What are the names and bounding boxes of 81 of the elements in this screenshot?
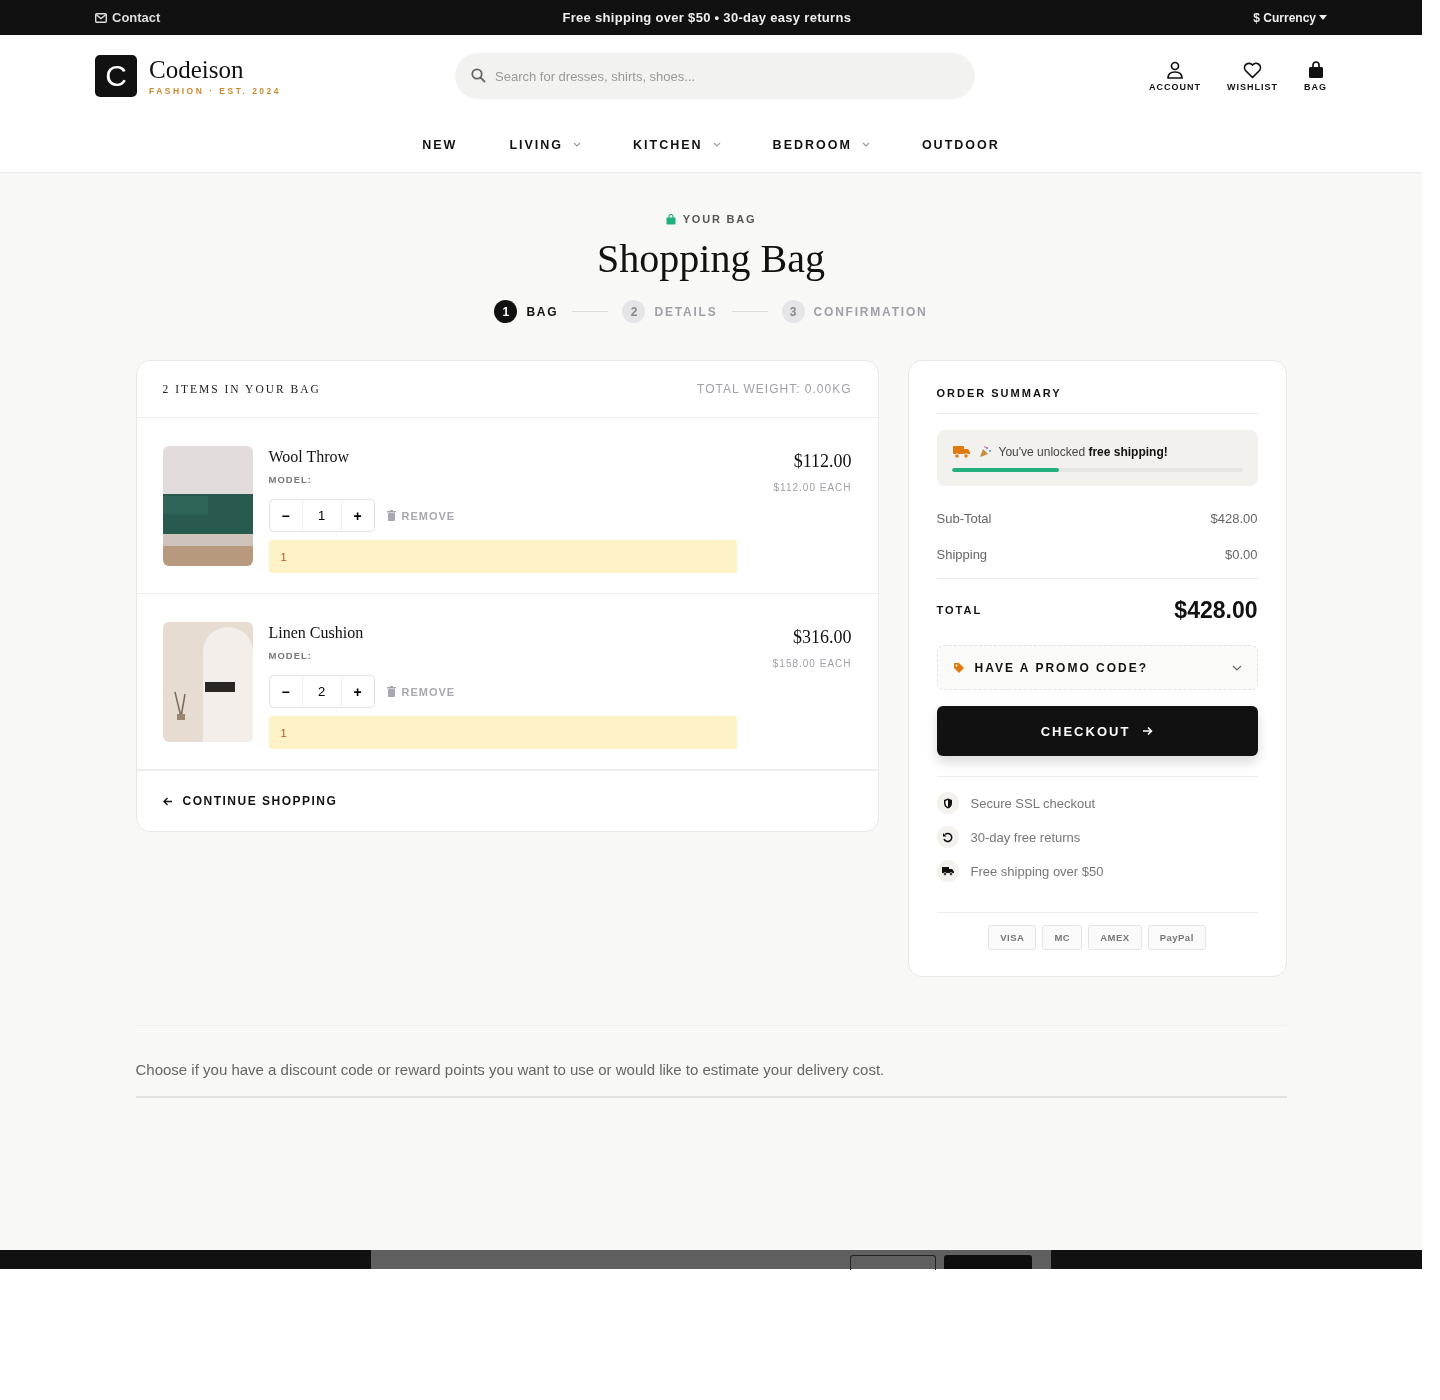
nav-link[interactable]: OUTDOOR [921,137,1000,152]
nav-link[interactable]: NEW [422,137,458,152]
step-label: BAG [526,304,559,319]
shopping-bag-icon [665,213,676,225]
total-label: TOTAL [936,604,983,616]
arrow-left-icon [162,796,173,806]
trash-icon [386,510,396,521]
model-label: MODEL: [268,474,313,485]
line-price: $112.00 [793,451,852,472]
payment-method-badge: MC [1042,925,1083,950]
item-count: 2 ITEMS IN YOUR BAG [162,383,321,395]
increase-button[interactable]: + [340,675,375,708]
summary-label: Shipping [936,546,988,562]
wishlist-link[interactable]: WISHLIST [1227,61,1278,92]
payment-method-badge: VISA [988,925,1037,950]
contact-link[interactable]: Contact [95,10,161,25]
payment-method-badge: PayPal [1147,925,1206,950]
step-number: 2 [622,300,646,323]
decrease-button[interactable]: − [268,499,303,532]
shopping-bag-icon [1307,60,1324,79]
promo-code-toggle[interactable]: HAVE A PROMO CODE? [936,645,1258,690]
step-label: DETAILS [654,304,718,319]
tag-icon [952,661,965,674]
unit-price: $112.00 EACH [773,482,852,493]
summary-label: Sub-Total [936,510,992,526]
currency-dropdown[interactable]: $ Currency [1253,10,1327,25]
brand-name: Codeison [149,56,245,82]
decrease-button[interactable]: − [268,675,303,708]
model-label: MODEL: [268,650,313,661]
party-popper-icon [978,445,991,458]
search-icon [471,68,486,83]
item-note: 1 [268,716,737,749]
truck-icon [951,444,971,459]
step-number: 3 [781,300,805,323]
heart-icon [1243,61,1262,79]
promo-message: Free shipping over $50 • 30-day easy returns [562,10,852,25]
brand-tagline: FASHION · EST. 2024 [149,85,282,96]
summary-value: $428.00 [1210,510,1258,526]
cookie-secondary-button[interactable] [850,1255,936,1270]
discount-info-text: Choose if you have a discount code or reward points you want to use or would like to estimate your delivery cost. [135,1060,886,1080]
quantity-field[interactable]: 1 [302,499,341,532]
continue-shopping-link[interactable]: CONTINUE SHOPPING [162,794,338,808]
increase-button[interactable]: + [340,499,375,532]
page-title: Shopping Bag [597,235,825,282]
account-link[interactable]: ACCOUNT [1149,60,1201,92]
nav-link[interactable]: KITCHEN [633,137,721,152]
perk-text: Secure SSL checkout [970,795,1096,811]
shield-icon [936,792,959,814]
item-note: 1 [268,540,737,573]
step-label: CONFIRMATION [813,304,928,319]
quantity-field[interactable]: 2 [302,675,341,708]
nav-link[interactable]: BEDROOM [772,137,870,152]
summary-value: $0.00 [1224,546,1258,562]
bag-link[interactable]: BAG [1304,60,1327,92]
trash-icon [386,686,396,697]
chevron-icon [1231,664,1242,671]
nav-link[interactable]: LIVING [509,137,582,152]
perk-text: 30-day free returns [970,829,1081,845]
chevron-down-icon [712,142,721,147]
envelope-icon [95,12,107,23]
product-name: Linen Cushion [268,624,365,642]
chevron-down-icon [861,142,870,147]
chevron-down-icon [573,142,582,147]
total-value: $428.00 [1174,596,1258,624]
arrow-right-icon [1142,726,1154,736]
free-shipping-message: You've unlocked free shipping! [998,444,1168,459]
product-name: Wool Throw [268,448,351,466]
unit-price: $158.00 EACH [772,658,852,669]
search-field[interactable]: Search for dresses, shirts, shoes... [455,53,975,99]
person-icon [1166,60,1184,79]
step-number: 1 [494,300,518,323]
truck-icon [936,860,959,882]
checkout-button[interactable]: CHECKOUT [936,706,1258,756]
line-price: $316.00 [793,627,852,648]
page-eyebrow: YOUR BAG [682,213,757,225]
perk-text: Free shipping over $50 [970,863,1104,879]
logo-mark: C [95,55,137,97]
summary-title: ORDER SUMMARY [936,383,1258,414]
caret-icon [1319,15,1327,20]
payment-method-badge: AMEX [1088,925,1142,950]
total-weight: TOTAL WEIGHT: 0.00KG [697,382,852,396]
